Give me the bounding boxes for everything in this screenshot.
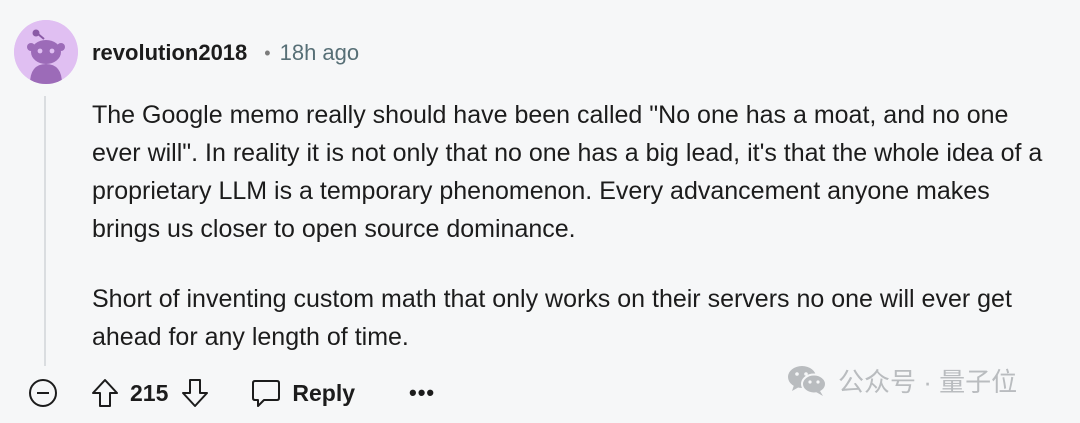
wechat-icon	[786, 363, 828, 397]
timestamp[interactable]: 18h ago	[280, 40, 360, 66]
meta-separator: •	[264, 42, 271, 63]
collapse-button[interactable]	[28, 378, 58, 408]
comment-paragraph: Short of inventing custom math that only…	[92, 285, 1012, 351]
reply-button[interactable]: Reply	[250, 378, 355, 408]
snoo-avatar-icon	[14, 20, 78, 84]
comment-body: The Google memo really should have been …	[92, 96, 1062, 356]
comment-actions: 215 Reply •••	[28, 372, 435, 414]
reply-label: Reply	[292, 379, 356, 406]
downvote-button[interactable]	[180, 377, 210, 409]
more-options-button[interactable]: •••	[409, 380, 435, 406]
watermark-text: 公众号 · 量子位	[838, 366, 1018, 397]
speech-bubble-icon	[252, 380, 281, 407]
watermark: 公众号 · 量子位	[786, 362, 1017, 398]
comment-paragraph: The Google memo really should have been …	[92, 101, 1043, 243]
username-link[interactable]: revolution2018	[92, 40, 247, 66]
downvote-arrow-icon	[182, 379, 209, 407]
upvote-arrow-icon	[92, 379, 118, 407]
collapse-minus-icon	[29, 379, 57, 407]
avatar[interactable]	[14, 20, 78, 84]
vote-score: 215	[130, 379, 169, 406]
comment: revolution2018 • 18h ago The Google memo…	[0, 0, 1080, 423]
thread-line[interactable]	[44, 96, 46, 366]
upvote-button[interactable]	[90, 377, 120, 409]
reply-icon-wrap	[250, 378, 282, 408]
vote-controls: 215	[90, 377, 210, 409]
comment-meta: revolution2018 • 18h ago	[92, 38, 359, 68]
